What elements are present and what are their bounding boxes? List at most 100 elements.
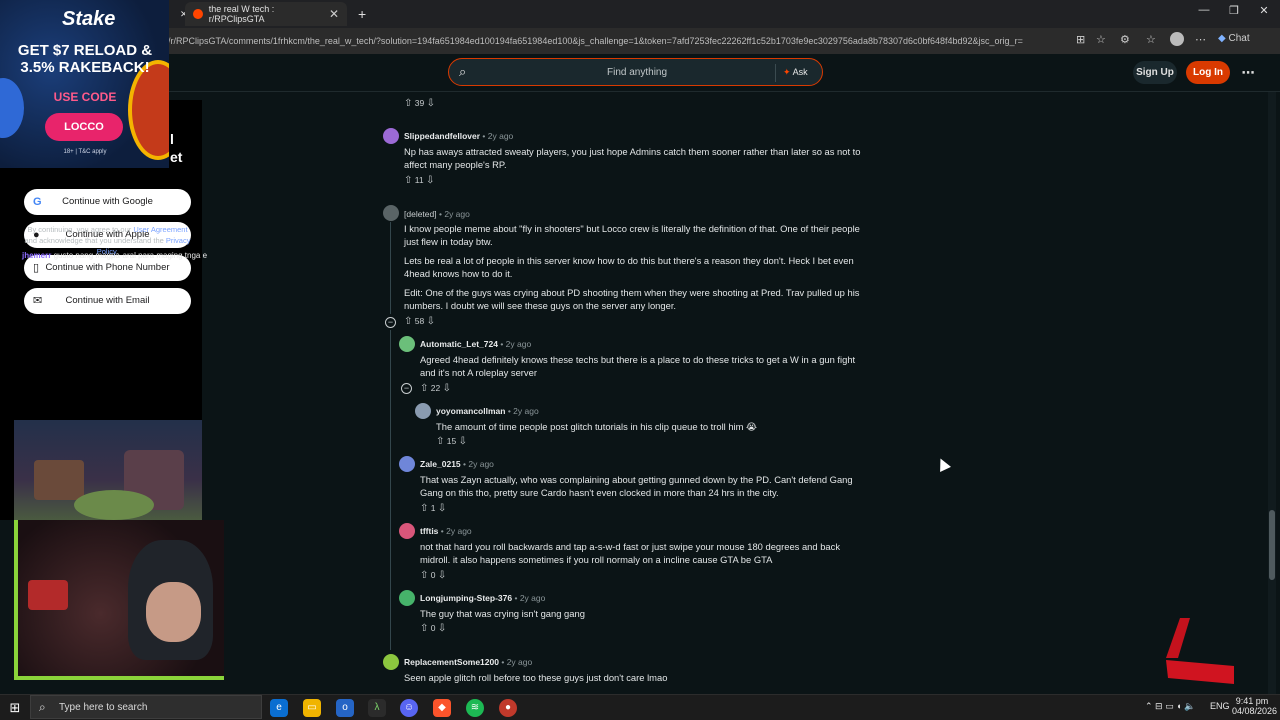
thread-line[interactable] <box>390 222 391 314</box>
outlook-icon[interactable]: o <box>336 699 354 717</box>
obs-icon[interactable]: ● <box>499 699 517 717</box>
page-scrollbar[interactable] <box>1268 92 1276 694</box>
comment-username[interactable]: ReplacementSome1200 <box>404 657 499 667</box>
upvote-icon[interactable]: ⇧ <box>420 503 428 514</box>
downvote-icon[interactable]: ⇩ <box>426 175 434 186</box>
collapse-thread-icon[interactable]: − <box>401 383 412 394</box>
comment-username[interactable]: Automatic_Let_724 <box>420 339 498 349</box>
reader-mode-icon[interactable]: ⊞ <box>1076 33 1085 46</box>
avatar[interactable] <box>383 128 399 144</box>
comment-username[interactable]: Longjumping-Step-376 <box>420 593 512 603</box>
comment-line: The amount of time people post glitch tu… <box>436 421 758 432</box>
avatar[interactable] <box>399 336 415 352</box>
downvote-icon[interactable]: ⇩ <box>427 98 435 109</box>
upvote-icon[interactable]: ⇧ <box>404 175 412 186</box>
upvote-icon[interactable]: ⇧ <box>420 383 428 394</box>
extensions-icon[interactable]: ⚙ <box>1120 33 1130 46</box>
new-tab-button[interactable]: + <box>350 2 374 26</box>
comment-username[interactable]: Slippedandfellover <box>404 131 480 141</box>
comment-line: Edit: One of the guys was crying about P… <box>404 287 860 298</box>
upvote-icon[interactable]: ⇧ <box>436 436 444 447</box>
comment-username: [deleted] <box>404 209 437 219</box>
vote-count: 1 <box>430 503 436 513</box>
comment-line: The guy that was crying isn't gang gang <box>420 608 585 619</box>
signup-button[interactable]: Sign Up <box>1133 61 1177 84</box>
vote-bar: ⇧ 1 ⇩ <box>420 503 446 514</box>
comment-username[interactable]: Zale_0215 <box>420 459 461 469</box>
file-explorer-icon[interactable]: ▭ <box>303 699 321 717</box>
downvote-icon[interactable]: ⇩ <box>443 383 451 394</box>
downvote-icon[interactable]: ⇩ <box>438 503 446 514</box>
spotify-icon[interactable]: ≋ <box>466 699 484 717</box>
stake-logo: Stake <box>62 8 116 30</box>
comment-line: Np has aways attracted sweaty players, y… <box>404 146 861 157</box>
stake-ad[interactable]: Stake GET $7 RELOAD & 3.5% RAKEBACK! USE… <box>0 0 169 168</box>
tray-icons[interactable]: ⌃ ⊟ ▭ ◖ 🔈 <box>1145 701 1195 712</box>
favorites-icon[interactable]: ☆ <box>1146 33 1156 46</box>
avatar[interactable] <box>383 654 399 670</box>
comment-line: affect many people's RP. <box>404 159 507 170</box>
vote-count: 58 <box>414 316 425 326</box>
comment-line: Lets be real a lot of people in this ser… <box>404 255 854 266</box>
ad-promo-text: GET $7 RELOAD & 3.5% RAKEBACK! <box>17 42 153 76</box>
downvote-icon[interactable]: ⇩ <box>438 570 446 581</box>
comment-meta: Longjumping-Step-376 • 2y ago <box>420 593 546 603</box>
tab-close-icon[interactable]: ✕ <box>329 7 339 21</box>
profile-avatar[interactable] <box>1170 32 1184 46</box>
comment-body: Seen apple glitch roll before too these … <box>404 671 869 684</box>
favorite-star-icon[interactable]: ☆ <box>1096 33 1106 46</box>
taskbar-search[interactable]: ⌕ Type here to search <box>30 695 262 719</box>
comment-meta: Slippedandfellover • 2y ago <box>404 131 514 141</box>
edge-icon[interactable]: e <box>270 699 288 717</box>
language-indicator[interactable]: ENG <box>1210 701 1230 711</box>
comment-username[interactable]: tfftis <box>420 526 438 536</box>
continue-email-button[interactable]: ✉ Continue with Email <box>24 288 191 314</box>
downvote-icon[interactable]: ⇩ <box>438 623 446 634</box>
comment-username[interactable]: yoyomancollman <box>436 406 505 416</box>
url-field[interactable]: /r/RPClipsGTA/comments/1frhkcm/the_real_… <box>168 31 1068 51</box>
search-bar[interactable]: ⌕ Find anything ✦ Ask <box>448 58 823 86</box>
browser-tab[interactable]: the real W tech : r/RPClipsGTA ✕ <box>185 2 347 26</box>
scrollbar-thumb[interactable] <box>1269 510 1275 580</box>
comment-body: The guy that was crying isn't gang gang <box>420 607 885 620</box>
ad-decoration <box>0 78 24 138</box>
brave-icon[interactable]: ◆ <box>433 699 451 717</box>
avatar[interactable] <box>415 403 431 419</box>
comment-meta: Zale_0215 • 2y ago <box>420 459 494 469</box>
windows-start-icon[interactable]: ⊞ <box>6 699 24 717</box>
collapse-thread-icon[interactable]: − <box>385 317 396 328</box>
taskbar-search-placeholder: Type here to search <box>59 702 148 713</box>
comment-meta: yoyomancollman • 2y ago <box>436 406 539 416</box>
tab-title: the real W tech : r/RPClipsGTA <box>208 4 275 24</box>
upvote-icon[interactable]: ⇧ <box>420 570 428 581</box>
login-button[interactable]: Log In <box>1186 61 1230 84</box>
avatar[interactable] <box>399 590 415 606</box>
ask-button[interactable]: ✦ Ask <box>783 67 808 78</box>
comment-line: just flew in today btw. <box>404 236 493 247</box>
app-icon[interactable]: λ <box>368 699 386 717</box>
continue-google-button[interactable]: G Continue with Google <box>24 189 191 215</box>
window-close-icon[interactable]: ✕ <box>1248 4 1280 17</box>
vote-count: 11 <box>414 175 424 185</box>
copilot-chat-button[interactable]: ◆ Chat <box>1218 33 1250 44</box>
comment-time: 2y ago <box>513 406 539 416</box>
upvote-icon[interactable]: ⇧ <box>404 316 412 327</box>
minimize-icon[interactable]: — <box>1188 4 1220 16</box>
comment-line: Gang on this tho, pretty sure Cardo hasn… <box>420 487 779 498</box>
comment-line: and it's not A roleplay server <box>420 367 537 378</box>
discord-icon[interactable]: ☺ <box>400 699 418 717</box>
user-agreement-link[interactable]: User Agreement <box>133 225 187 234</box>
downvote-icon[interactable]: ⇩ <box>459 436 467 447</box>
avatar[interactable] <box>399 456 415 472</box>
clock[interactable]: 9:41 pm 04/08/2026 <box>1232 696 1277 716</box>
restore-icon[interactable]: ❐ <box>1218 4 1250 17</box>
avatar[interactable] <box>399 523 415 539</box>
upvote-icon[interactable]: ⇧ <box>420 623 428 634</box>
upvote-icon[interactable]: ⇧ <box>404 98 412 109</box>
comment-time: 2y ago <box>519 593 546 603</box>
downvote-icon[interactable]: ⇩ <box>427 316 435 327</box>
thread-line[interactable] <box>390 330 391 650</box>
browser-menu-icon[interactable]: ⋯ <box>1195 33 1206 46</box>
more-options-icon[interactable]: ⋯ <box>1238 61 1258 84</box>
comment-meta: tfftis • 2y ago <box>420 526 472 536</box>
